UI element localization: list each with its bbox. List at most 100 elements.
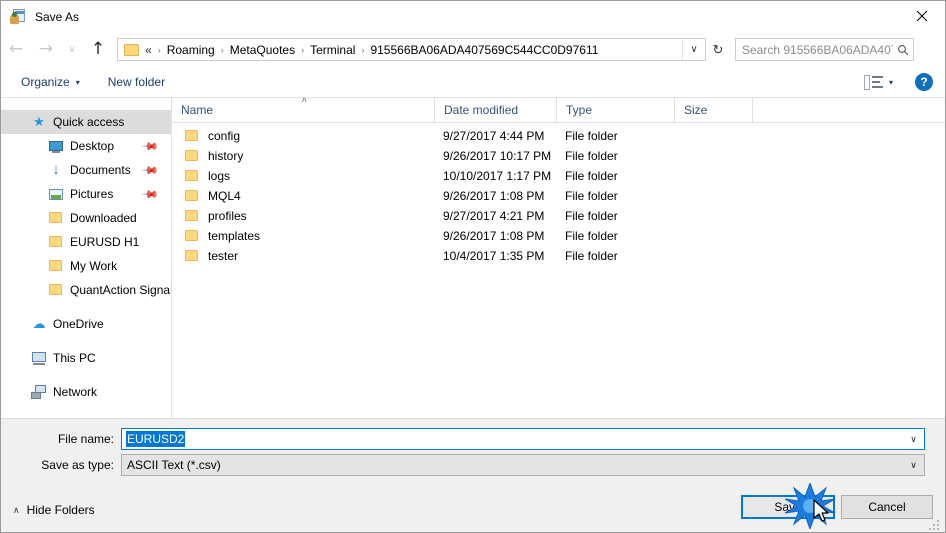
new-folder-button[interactable]: New folder xyxy=(100,70,173,94)
table-row[interactable]: MQL4 9/26/2017 1:08 PM File folder xyxy=(172,186,945,206)
network-icon xyxy=(31,384,47,400)
sidebar-item-label: Documents xyxy=(70,163,131,177)
sidebar-item-my-work[interactable]: My Work xyxy=(1,254,171,278)
sidebar-item-pictures[interactable]: Pictures 📌 xyxy=(1,182,171,206)
refresh-icon: ↻ xyxy=(712,41,724,57)
navigation-bar: ← → ∨ ↑ « › Roaming › MetaQuotes › Termi… xyxy=(1,32,945,67)
folder-icon xyxy=(184,208,200,224)
close-icon[interactable] xyxy=(899,1,945,31)
save-form: File name: EURUSD2 ∨ Save as type: ASCII… xyxy=(1,418,945,481)
sidebar-item-eurusd-h1[interactable]: EURUSD H1 xyxy=(1,230,171,254)
table-row[interactable]: profiles 9/27/2017 4:21 PM File folder xyxy=(172,206,945,226)
column-header-size[interactable]: Size xyxy=(675,98,753,122)
search-icon xyxy=(893,44,913,56)
back-icon: ← xyxy=(8,39,24,59)
folder-icon xyxy=(48,210,64,226)
refresh-button[interactable]: ↻ xyxy=(706,38,730,61)
help-button[interactable]: ? xyxy=(915,73,933,91)
file-name-label: File name: xyxy=(57,432,114,446)
pin-icon: 📌 xyxy=(140,161,159,180)
file-type: File folder xyxy=(565,149,618,163)
hide-folders-button[interactable]: ∧ Hide Folders xyxy=(13,503,95,517)
sidebar-item-quick-access[interactable]: ★ Quick access xyxy=(1,110,171,134)
file-date: 9/26/2017 1:08 PM xyxy=(443,189,545,203)
computer-icon xyxy=(31,350,47,366)
chevron-down-icon[interactable]: ∨ xyxy=(903,429,924,449)
new-folder-label: New folder xyxy=(107,75,166,89)
file-name-input[interactable]: EURUSD2 ∨ xyxy=(121,428,925,450)
folder-icon xyxy=(184,228,200,244)
command-toolbar: Organize ▾ New folder ▾ ? xyxy=(1,67,945,98)
column-label: Name xyxy=(181,103,214,117)
sidebar-item-label: Pictures xyxy=(70,187,114,201)
breadcrumb-item-instance[interactable]: 915566BA06ADA407569C544CC0D97611 xyxy=(365,41,603,59)
file-date: 10/4/2017 1:35 PM xyxy=(443,249,545,263)
up-button[interactable]: ↑ xyxy=(83,35,113,65)
resize-grip[interactable] xyxy=(929,518,941,530)
save-button[interactable]: Save xyxy=(741,495,835,519)
forward-icon: → xyxy=(38,39,54,59)
file-name: config xyxy=(208,129,241,143)
file-type: File folder xyxy=(565,209,618,223)
recent-locations-button[interactable]: ∨ xyxy=(61,35,83,65)
chevron-down-icon: ▾ xyxy=(75,77,80,87)
organize-button[interactable]: Organize ▾ xyxy=(13,70,88,94)
download-arrow-icon: ↓ xyxy=(52,161,60,178)
cancel-label: Cancel xyxy=(868,500,906,514)
file-name: templates xyxy=(208,229,261,243)
sidebar-item-documents[interactable]: ↓ Documents 📌 xyxy=(1,158,171,182)
table-row[interactable]: templates 9/26/2017 1:08 PM File folder xyxy=(172,226,945,246)
breadcrumb-item-terminal[interactable]: Terminal xyxy=(305,41,360,59)
file-date: 9/26/2017 10:17 PM xyxy=(443,149,552,163)
save-label: Save xyxy=(774,500,802,514)
sort-ascending-icon: ∧ xyxy=(301,98,308,104)
column-header-date-modified[interactable]: Date modified xyxy=(435,98,557,122)
table-row[interactable]: config 9/27/2017 4:44 PM File folder xyxy=(172,126,945,146)
cloud-icon: ☁ xyxy=(32,316,46,331)
search-box[interactable]: Search 915566BA06ADA40756... xyxy=(735,38,914,61)
view-options-icon[interactable] xyxy=(863,74,883,90)
column-header-name[interactable]: Name ∧ xyxy=(172,98,435,122)
sidebar-item-quantaction-signal[interactable]: QuantAction Signal xyxy=(1,278,171,302)
breadcrumb-overflow[interactable]: « xyxy=(140,41,157,59)
breadcrumb-item-roaming[interactable]: Roaming xyxy=(162,41,220,59)
breadcrumb-item-metaquotes[interactable]: MetaQuotes xyxy=(225,41,300,59)
chevron-up-icon: ∧ xyxy=(13,504,20,515)
file-type: File folder xyxy=(565,169,618,183)
table-row[interactable]: tester 10/4/2017 1:35 PM File folder xyxy=(172,246,945,266)
sidebar-item-label: This PC xyxy=(53,351,96,365)
table-row[interactable]: logs 10/10/2017 1:17 PM File folder xyxy=(172,166,945,186)
forward-button[interactable]: → xyxy=(31,35,61,65)
sidebar-item-onedrive[interactable]: ☁ OneDrive xyxy=(1,312,171,336)
address-bar[interactable]: « › Roaming › MetaQuotes › Terminal › 91… xyxy=(117,38,706,61)
file-name: logs xyxy=(208,169,231,183)
file-name: MQL4 xyxy=(208,189,241,203)
file-name: profiles xyxy=(208,209,247,223)
save-as-type-select[interactable]: ASCII Text (*.csv) ∨ xyxy=(121,454,925,476)
folder-icon xyxy=(48,234,64,250)
sidebar-item-label: QuantAction Signal xyxy=(70,283,172,297)
search-input[interactable]: Search 915566BA06ADA40756... xyxy=(742,43,893,57)
sidebar-item-desktop[interactable]: Desktop 📌 xyxy=(1,134,171,158)
file-list-pane: Name ∧ Date modified Type Size config 9/… xyxy=(172,98,945,418)
sidebar-item-network[interactable]: Network xyxy=(1,380,171,404)
chevron-down-icon[interactable]: ∨ xyxy=(903,455,924,475)
pin-icon: 📌 xyxy=(140,137,159,156)
button-bar: ∧ Hide Folders Save Cancel xyxy=(1,481,945,532)
file-name-row: File name: EURUSD2 ∨ xyxy=(1,428,945,450)
cancel-button[interactable]: Cancel xyxy=(841,495,933,519)
folder-icon xyxy=(184,168,200,184)
back-button[interactable]: ← xyxy=(1,35,31,65)
table-row[interactable]: history 9/26/2017 10:17 PM File folder xyxy=(172,146,945,166)
sidebar-item-this-pc[interactable]: This PC xyxy=(1,346,171,370)
column-header-type[interactable]: Type xyxy=(557,98,675,122)
folder-icon xyxy=(184,248,200,264)
file-name: history xyxy=(208,149,244,163)
view-dropdown-icon[interactable]: ▾ xyxy=(885,78,901,87)
file-date: 9/26/2017 1:08 PM xyxy=(443,229,545,243)
folder-icon xyxy=(48,258,64,274)
folder-icon xyxy=(184,148,200,164)
sidebar-item-downloaded[interactable]: Downloaded xyxy=(1,206,171,230)
address-dropdown-button[interactable]: ∨ xyxy=(682,39,705,60)
organize-label: Organize xyxy=(21,75,70,89)
